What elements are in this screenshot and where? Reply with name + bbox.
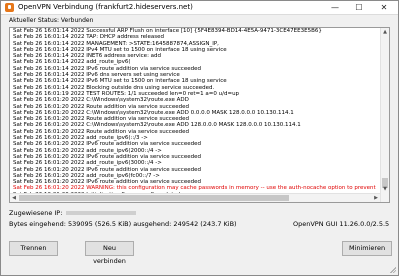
bytes-stats: Bytes eingehend: 539095 (526.5 KiB) ausg… [9, 220, 237, 228]
scroll-right-icon[interactable]: ▶ [372, 194, 380, 202]
log-lines: Sat Feb 26 16:01:14 2022 Successful ARP … [13, 28, 377, 202]
openvpn-app-icon [5, 3, 14, 12]
scroll-left-icon[interactable]: ◀ [10, 194, 18, 202]
log-textbox[interactable]: Sat Feb 26 16:01:14 2022 Successful ARP … [9, 27, 390, 203]
maximize-window-button[interactable]: ☐ [348, 1, 370, 14]
assigned-ip-label: Zugewiesene IP: [9, 209, 63, 217]
gui-version: OpenVPN GUI 11.26.0.0/2.5.5 [293, 220, 390, 228]
resize-grip-icon[interactable] [389, 266, 396, 273]
openvpn-connection-window: OpenVPN Verbindung (frankfurt2.hideserve… [0, 0, 399, 276]
minimize-window-button[interactable]: — [324, 1, 346, 14]
title-bar[interactable]: OpenVPN Verbindung (frankfurt2.hideserve… [1, 1, 398, 15]
connection-status: Aktueller Status: Verbunden [9, 17, 94, 24]
log-line-warning: Sat Feb 26 16:01:20 2022 WARNING: this c… [13, 185, 377, 192]
window-title: OpenVPN Verbindung (frankfurt2.hideserve… [18, 3, 193, 11]
vertical-scrollbar[interactable]: ▲ ▼ [380, 28, 389, 202]
hide-button[interactable]: Minimieren [342, 241, 392, 256]
assigned-ip-row: Zugewiesene IP: [9, 209, 137, 218]
scroll-up-icon[interactable]: ▲ [381, 28, 389, 36]
disconnect-button[interactable]: Trennen [9, 241, 58, 256]
scroll-down-icon[interactable]: ▼ [381, 185, 389, 193]
horizontal-scrollbar[interactable]: ◀ ▶ [10, 193, 380, 202]
reconnect-button[interactable]: Neu verbinden [85, 241, 134, 265]
close-window-button[interactable]: ✕ [373, 1, 395, 14]
assigned-ip-redacted [65, 211, 136, 215]
horizontal-scroll-thumb[interactable] [19, 195, 289, 201]
